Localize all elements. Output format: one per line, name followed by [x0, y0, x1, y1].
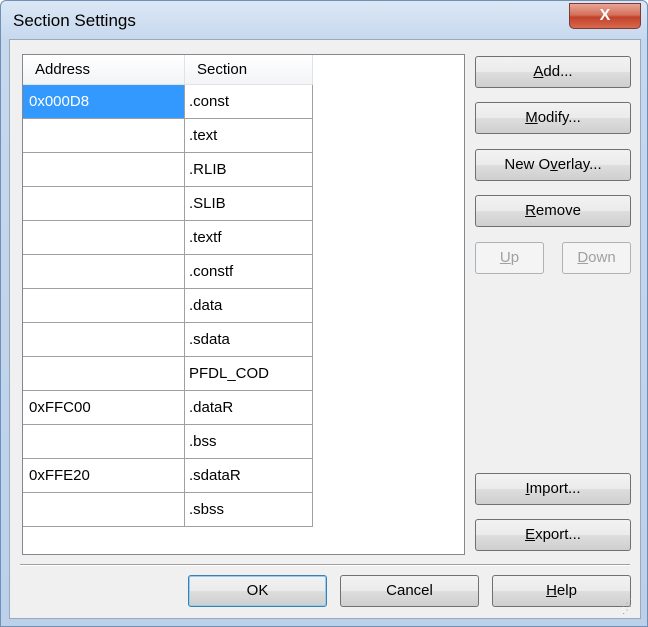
address-cell[interactable]: 0xFFC00 — [23, 391, 185, 425]
address-cell[interactable] — [23, 425, 185, 459]
section-cell[interactable]: .sbss — [185, 493, 313, 527]
section-cell[interactable]: .bss — [185, 425, 313, 459]
section-cell[interactable]: PFDL_COD — [185, 357, 313, 391]
section-cell[interactable]: .text — [185, 119, 313, 153]
table-row[interactable]: 0x000D8 .const — [23, 85, 313, 119]
cancel-button[interactable]: Cancel — [340, 575, 479, 607]
close-button[interactable]: X — [569, 3, 641, 29]
table-row[interactable]: .sdata — [23, 323, 313, 357]
modify-button[interactable]: Modify... — [475, 102, 631, 134]
section-settings-dialog: Section Settings X Address Section 0x000… — [0, 0, 648, 627]
address-cell[interactable] — [23, 323, 185, 357]
table-row[interactable]: .RLIB — [23, 153, 313, 187]
address-cell[interactable]: 0xFFE20 — [23, 459, 185, 493]
resize-grip-icon[interactable]: ⋰ ⋰ — [622, 599, 636, 616]
address-cell[interactable]: 0x000D8 — [23, 85, 185, 119]
column-header-section[interactable]: Section — [185, 55, 313, 85]
section-cell[interactable]: .RLIB — [185, 153, 313, 187]
up-button[interactable]: Up — [475, 242, 544, 274]
close-icon: X — [599, 7, 611, 24]
dialog-body: Address Section 0x000D8 .const .text .RLIB.… — [9, 39, 641, 619]
table-row[interactable]: .sbss — [23, 493, 313, 527]
section-cell[interactable]: .sdata — [185, 323, 313, 357]
down-button[interactable]: Down — [562, 242, 631, 274]
title-bar[interactable]: Section Settings X — [1, 1, 647, 41]
address-cell[interactable] — [23, 289, 185, 323]
address-cell[interactable] — [23, 493, 185, 527]
address-cell[interactable] — [23, 221, 185, 255]
address-cell[interactable] — [23, 119, 185, 153]
import-button[interactable]: Import... — [475, 473, 631, 505]
section-cell[interactable]: .sdataR — [185, 459, 313, 493]
table-row[interactable]: .data — [23, 289, 313, 323]
remove-button[interactable]: Remove — [475, 195, 631, 227]
section-cell[interactable]: .dataR — [185, 391, 313, 425]
add-button[interactable]: Add... — [475, 56, 631, 88]
table-row[interactable]: .text — [23, 119, 313, 153]
section-cell[interactable]: .data — [185, 289, 313, 323]
table-row[interactable]: .bss — [23, 425, 313, 459]
address-cell[interactable] — [23, 255, 185, 289]
table-row[interactable]: .constf — [23, 255, 313, 289]
table-row[interactable]: PFDL_COD — [23, 357, 313, 391]
section-cell[interactable]: .textf — [185, 221, 313, 255]
table-row[interactable]: 0xFFC00 .dataR — [23, 391, 313, 425]
section-cell[interactable]: .SLIB — [185, 187, 313, 221]
address-cell[interactable] — [23, 153, 185, 187]
address-cell[interactable] — [23, 187, 185, 221]
help-button[interactable]: Help — [492, 575, 631, 607]
column-header-address[interactable]: Address — [23, 55, 185, 85]
address-cell[interactable] — [23, 357, 185, 391]
separator — [20, 564, 630, 566]
section-cell[interactable]: .constf — [185, 255, 313, 289]
dialog-title: Section Settings — [13, 11, 136, 30]
new-overlay-button[interactable]: New Overlay... — [475, 149, 631, 181]
table-row[interactable]: 0xFFE20 .sdataR — [23, 459, 313, 493]
table-row[interactable]: .SLIB — [23, 187, 313, 221]
table-row[interactable]: .textf — [23, 221, 313, 255]
ok-button[interactable]: OK — [188, 575, 327, 607]
section-cell[interactable]: .const — [185, 85, 313, 119]
section-list[interactable]: Address Section 0x000D8 .const .text .RLIB.… — [22, 54, 465, 555]
export-button[interactable]: Export... — [475, 519, 631, 551]
